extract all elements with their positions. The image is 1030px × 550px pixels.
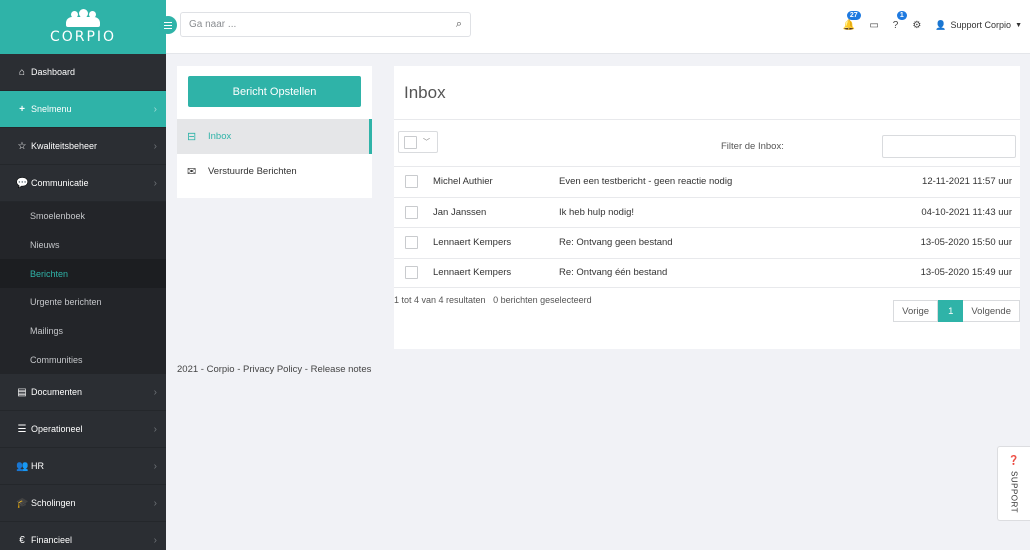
release-notes-link[interactable]: Release notes — [311, 364, 372, 375]
help-icon[interactable]: ? 1 — [893, 10, 907, 31]
topbar-icons: 🔔 27 ▭ ? 1 ⚙ 👤 Support Corpio ▼ — [843, 0, 1022, 50]
chat-icon: 💬 — [16, 177, 29, 189]
chevron-right-icon: › — [153, 497, 157, 509]
sidebar-subitem-smoelenboek[interactable]: Smoelenboek — [0, 202, 166, 231]
sidebar-item-scholingen[interactable]: 🎓 Scholingen › — [0, 485, 166, 523]
row-checkbox[interactable] — [405, 266, 418, 280]
message-date: 13-05-2020 15:50 uur — [920, 237, 1012, 249]
sidebar-subitem-berichten[interactable]: Berichten — [0, 259, 166, 289]
footer-brand-link[interactable]: Corpio — [207, 364, 235, 375]
sidebar-item-financieel[interactable]: € Financieel › — [0, 522, 166, 550]
sidebar-subitem-communities[interactable]: Communities — [0, 345, 166, 374]
question-circle-icon: ❓ — [1008, 455, 1020, 465]
message-from: Lennaert Kempers — [433, 267, 512, 279]
euro-icon: € — [19, 534, 25, 546]
message-date: 13-05-2020 15:49 uur — [920, 267, 1012, 279]
gear-icon[interactable]: ⚙ — [912, 20, 921, 31]
sidebar-item-hr[interactable]: 👥 HR › — [0, 448, 166, 486]
row-checkbox[interactable] — [405, 175, 418, 189]
table-row[interactable]: Michel Authier Even een testbericht - ge… — [394, 166, 1020, 197]
caret-down-icon: ▼ — [1015, 21, 1022, 29]
sidebar-item-snelmenu[interactable]: + Snelmenu › — [0, 91, 166, 128]
message-from: Lennaert Kempers — [433, 237, 512, 249]
sidebar-subitem-mailings[interactable]: Mailings — [0, 317, 166, 346]
message-subject[interactable]: Ik heb hulp nodig! — [559, 207, 634, 218]
row-checkbox[interactable] — [405, 205, 418, 219]
chevron-right-icon: › — [153, 534, 157, 546]
topbar: ⌕ 🔔27 ▭ ?1 ⚙ 👤 Support Corpio ▼ — [159, 0, 1030, 54]
filter-label: Filter de Inbox: — [721, 141, 784, 152]
privacy-policy-link[interactable]: Privacy Policy — [243, 364, 302, 375]
message-subject[interactable]: Even een testbericht - geen reactie nodi… — [559, 176, 732, 187]
selected-info: 0 berichten geselecteerd — [493, 295, 592, 305]
support-tab[interactable]: ❓ SUPPORT — [997, 446, 1030, 521]
chevron-right-icon: › — [153, 103, 157, 115]
mail-folders-panel: Bericht Opstellen ⊟ Inbox ✉ Verstuurde B… — [177, 66, 372, 198]
sidebar-item-dashboard[interactable]: ⌂ Dashboard — [0, 54, 166, 91]
table-row[interactable]: Lennaert Kempers Re: Ontvang één bestand… — [394, 257, 1020, 288]
chevron-right-icon: › — [153, 386, 157, 398]
pager-prev-button[interactable]: Vorige — [893, 300, 939, 322]
message-table: Michel Authier Even een testbericht - ge… — [394, 166, 1020, 288]
message-from: Michel Authier — [433, 176, 493, 188]
envelope-icon: ✉ — [187, 166, 197, 178]
people-icon: 👥 — [16, 460, 29, 472]
sidebar: CORPIO ⌂ Dashboard + Snelmenu › ☆ Kwalit… — [0, 0, 166, 550]
message-subject[interactable]: Re: Ontvang geen bestand — [559, 237, 673, 248]
page-title: Inbox — [404, 83, 446, 102]
sidebar-item-kwaliteitsbeheer[interactable]: ☆ Kwaliteitsbeheer › — [0, 128, 166, 165]
document-icon: ▤ — [17, 386, 27, 398]
menu-toggle-icon[interactable] — [159, 16, 177, 34]
folder-inbox[interactable]: ⊟ Inbox — [177, 119, 372, 154]
user-menu[interactable]: 👤 Support Corpio ▼ — [935, 20, 1022, 31]
sidebar-subitem-urgente-berichten[interactable]: Urgente berichten — [0, 288, 166, 317]
message-date: 04-10-2021 11:43 uur — [921, 206, 1012, 218]
logo[interactable]: CORPIO — [0, 0, 166, 54]
support-label: SUPPORT — [1009, 471, 1019, 514]
search-icon[interactable]: ⌕ — [456, 18, 462, 31]
search-input[interactable] — [189, 19, 456, 30]
message-from: Jan Janssen — [433, 206, 487, 218]
chevron-right-icon: › — [153, 177, 157, 189]
search-box: ⌕ — [180, 12, 471, 37]
home-icon: ⌂ — [18, 66, 26, 78]
sidebar-item-documenten[interactable]: ▤ Documenten › — [0, 374, 166, 412]
sidebar-item-operationeel[interactable]: ☰ Operationeel › — [0, 411, 166, 449]
select-all-dropdown[interactable]: ﹀ — [398, 131, 438, 153]
bell-icon[interactable]: 🔔 27 — [843, 10, 861, 31]
table-row[interactable]: Lennaert Kempers Re: Ontvang geen bestan… — [394, 227, 1020, 258]
communicatie-submenu: Smoelenboek Nieuws Berichten Urgente ber… — [0, 202, 166, 375]
inbox-icon: ⊟ — [187, 131, 197, 143]
chevron-right-icon: › — [153, 423, 157, 435]
result-info: 1 tot 4 van 4 resultaten 0 berichten ges… — [394, 295, 592, 305]
table-row[interactable]: Jan Janssen Ik heb hulp nodig! 04-10-202… — [394, 196, 1020, 228]
chevron-right-icon: › — [153, 140, 157, 152]
pager-page-1[interactable]: 1 — [938, 300, 964, 322]
footer: 2021 - Corpio - Privacy Policy - Release… — [177, 364, 372, 375]
row-checkbox[interactable] — [405, 236, 418, 250]
notifications-badge: 27 — [846, 10, 861, 20]
user-name: Support Corpio — [950, 20, 1012, 30]
filter-input[interactable] — [882, 135, 1016, 158]
graduation-cap-icon: 🎓 — [16, 497, 29, 509]
message-date: 12-11-2021 11:57 uur — [922, 176, 1012, 188]
chevron-right-icon: › — [153, 460, 157, 472]
calendar-icon[interactable]: ▭ — [869, 20, 878, 31]
sidebar-item-communicatie[interactable]: 💬 Communicatie › — [0, 165, 166, 202]
help-badge: 1 — [896, 10, 907, 20]
select-all-checkbox[interactable] — [404, 135, 417, 149]
sidebar-subitem-nieuws[interactable]: Nieuws — [0, 231, 166, 260]
inbox-panel: Inbox ﹀ Filter de Inbox: Michel Authier … — [394, 66, 1020, 349]
list-icon: ☰ — [17, 423, 27, 435]
message-subject[interactable]: Re: Ontvang één bestand — [559, 267, 667, 278]
logo-text: CORPIO — [49, 29, 117, 45]
user-icon: 👤 — [935, 19, 947, 30]
plus-icon: + — [19, 103, 25, 115]
pager-next-button[interactable]: Volgende — [963, 300, 1020, 322]
folder-sent[interactable]: ✉ Verstuurde Berichten — [177, 154, 372, 189]
chevron-down-icon: ﹀ — [423, 139, 430, 146]
compose-message-button[interactable]: Bericht Opstellen — [188, 76, 361, 107]
star-icon: ☆ — [17, 140, 27, 152]
pagination: Vorige 1 Volgende — [893, 300, 1020, 322]
